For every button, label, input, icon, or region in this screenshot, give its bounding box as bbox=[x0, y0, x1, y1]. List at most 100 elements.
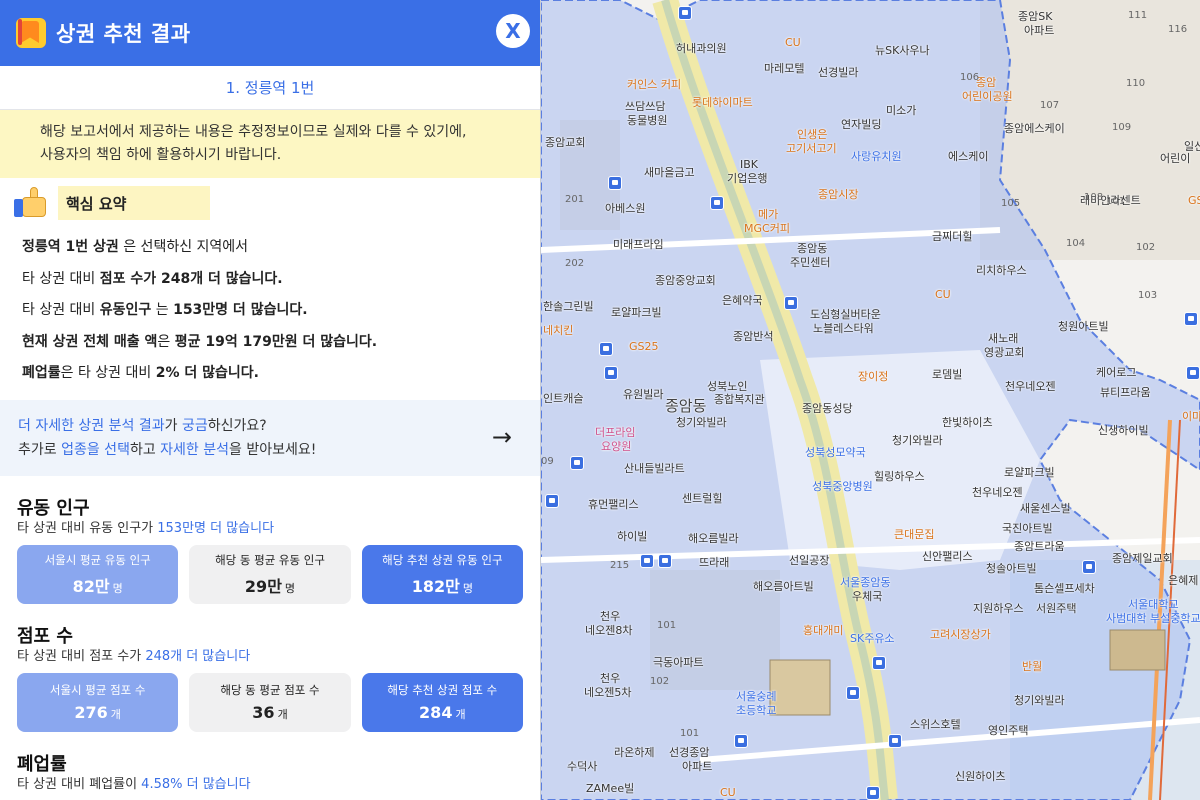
bus-stop-icon[interactable] bbox=[784, 296, 798, 310]
map-label[interactable]: 서원주택 bbox=[1036, 602, 1076, 615]
map-label[interactable]: 초등학교 bbox=[736, 704, 776, 717]
map-label[interactable]: 메가 bbox=[758, 208, 778, 221]
map-label[interactable]: CU bbox=[720, 786, 736, 799]
map-label[interactable]: 네오젠8차 bbox=[585, 624, 632, 637]
map-label[interactable]: 네오젠5차 bbox=[584, 686, 631, 699]
map-label[interactable]: 라온하제 bbox=[614, 746, 654, 759]
map-label[interactable]: 아파트 bbox=[682, 760, 712, 773]
map-label[interactable]: 은혜약국 bbox=[722, 294, 762, 307]
bus-stop-icon[interactable] bbox=[734, 734, 748, 748]
map-label[interactable]: 서울대학교 bbox=[1128, 598, 1179, 611]
bus-stop-icon[interactable] bbox=[545, 494, 559, 508]
map-label[interactable]: 선경종암 bbox=[669, 746, 709, 759]
map-label[interactable]: 종암중앙교회 bbox=[655, 274, 716, 287]
map-label[interactable]: 미래프라임 bbox=[613, 238, 664, 251]
map-label[interactable]: 새노래 bbox=[988, 332, 1018, 345]
map-label[interactable]: 종암에스케이 bbox=[1004, 122, 1065, 135]
map-label[interactable]: 요양원 bbox=[601, 440, 631, 453]
map-label[interactable]: 고려시장상가 bbox=[930, 628, 991, 641]
map-label[interactable]: 종암반석 bbox=[733, 330, 773, 343]
map-label[interactable]: 네치킨 bbox=[543, 324, 573, 337]
map-label[interactable]: 허내과의원 bbox=[676, 42, 727, 55]
map-label[interactable]: 커인스 커피 bbox=[627, 78, 681, 91]
map-label[interactable]: 톰슨셀프세차 bbox=[1034, 582, 1095, 595]
map-label[interactable]: 산내들빌라트 bbox=[624, 462, 685, 475]
bus-stop-icon[interactable] bbox=[678, 6, 692, 20]
map-label[interactable]: 종암동성당 bbox=[802, 402, 853, 415]
map-label[interactable]: 뉴SK사우나 bbox=[875, 44, 930, 57]
map-label[interactable]: 청기와빌라 bbox=[892, 434, 943, 447]
map-label[interactable]: 더프라임 bbox=[595, 426, 635, 439]
map-label[interactable]: 동물병원 bbox=[627, 114, 667, 127]
map-label[interactable]: 리치하우스 bbox=[976, 264, 1027, 277]
map-label[interactable]: 종암제일교회 bbox=[1112, 552, 1173, 565]
map-label[interactable]: CU bbox=[935, 288, 951, 301]
map-label[interactable]: 극동아파트 bbox=[653, 656, 704, 669]
map-label[interactable]: 어린이 bbox=[1160, 152, 1190, 165]
map-label[interactable]: 천우 bbox=[600, 610, 620, 623]
map-label[interactable]: 한솔그린빌 bbox=[543, 300, 594, 313]
map-label[interactable]: 스위스호텔 bbox=[910, 718, 961, 731]
map-label[interactable]: 영인주택 bbox=[988, 724, 1028, 737]
map-label[interactable]: 한빛하이츠 bbox=[942, 416, 993, 429]
map-label[interactable]: 마레모텔 bbox=[764, 62, 804, 75]
bus-stop-icon[interactable] bbox=[846, 686, 860, 700]
map-label[interactable]: 케어로그 bbox=[1096, 366, 1136, 379]
map-label[interactable]: 종암시장 bbox=[818, 188, 858, 201]
map-label[interactable]: 이마 bbox=[1182, 410, 1200, 423]
bus-stop-icon[interactable] bbox=[599, 342, 613, 356]
map-label[interactable]: 서울숭례 bbox=[736, 690, 776, 703]
map-label[interactable]: 센트럴힐 bbox=[682, 492, 722, 505]
map-label[interactable]: 큰대문집 bbox=[894, 528, 934, 541]
map-label[interactable]: MGC커피 bbox=[744, 222, 790, 235]
map-label[interactable]: 뜨라래 bbox=[699, 556, 729, 569]
location-label[interactable]: 1. 정릉역 1번 bbox=[0, 66, 540, 110]
map-label[interactable]: 뷰티프라움 bbox=[1100, 386, 1151, 399]
map-label[interactable]: 힐링하우스 bbox=[874, 470, 925, 483]
map-label[interactable]: 장이정 bbox=[858, 370, 888, 383]
map-label[interactable]: 종암SK bbox=[1018, 10, 1052, 23]
map-label[interactable]: 쓰담쓰담 bbox=[625, 100, 665, 113]
map-label[interactable]: 해오름아트빌 bbox=[753, 580, 814, 593]
map-label[interactable]: 반월 bbox=[1022, 660, 1042, 673]
map-label[interactable]: 신안팰리스 bbox=[922, 550, 973, 563]
map-label[interactable]: 천우 bbox=[600, 672, 620, 685]
bus-stop-icon[interactable] bbox=[604, 366, 618, 380]
map-label[interactable]: 사범대학 부설중학교 bbox=[1106, 612, 1200, 625]
map-label[interactable]: 우체국 bbox=[852, 590, 882, 603]
map-label[interactable]: 은혜제 bbox=[1168, 574, 1198, 587]
map-label[interactable]: 아파트 bbox=[1024, 24, 1054, 37]
map-label[interactable]: 도심형실버타운 bbox=[810, 308, 881, 321]
map-label[interactable]: 사랑유치원 bbox=[851, 150, 902, 163]
detailed-analysis-banner[interactable]: 더 자세한 상권 분석 결과가 궁금하신가요? 추가로 업종을 선택하고 자세한… bbox=[0, 399, 540, 476]
map-label[interactable]: 새마을금고 bbox=[644, 166, 695, 179]
arrow-right-icon[interactable]: → bbox=[492, 425, 512, 449]
bus-stop-icon[interactable] bbox=[866, 786, 880, 800]
map-label[interactable]: 로뎀빌 bbox=[932, 368, 962, 381]
map-label[interactable]: GS bbox=[1188, 194, 1200, 207]
bus-stop-icon[interactable] bbox=[608, 176, 622, 190]
bus-stop-icon[interactable] bbox=[888, 734, 902, 748]
map-label[interactable]: CU bbox=[785, 36, 801, 49]
map-label[interactable]: 인트캐슬 bbox=[543, 392, 583, 405]
map-label[interactable]: 종암동 bbox=[665, 399, 706, 414]
bus-stop-icon[interactable] bbox=[872, 656, 886, 670]
map-label[interactable]: 금찌더힐 bbox=[932, 230, 972, 243]
map-label[interactable]: 종합복지관 bbox=[714, 393, 765, 406]
map-label[interactable]: 청솔아트빌 bbox=[986, 562, 1037, 575]
map-label[interactable]: 신생하이빌 bbox=[1098, 424, 1149, 437]
bus-stop-icon[interactable] bbox=[570, 456, 584, 470]
map-label[interactable]: 청원아트빌 bbox=[1058, 320, 1109, 333]
map-label[interactable]: SK주유소 bbox=[850, 632, 895, 645]
map-label[interactable]: 롯데하이마트 bbox=[692, 96, 753, 109]
map-label[interactable]: 천우네오젠 bbox=[972, 486, 1023, 499]
bus-stop-icon[interactable] bbox=[1184, 312, 1198, 326]
map-label[interactable]: 기업은행 bbox=[727, 172, 767, 185]
map-label[interactable]: 연자빌딩 bbox=[841, 118, 881, 131]
map-label[interactable]: 선경빌라 bbox=[818, 66, 858, 79]
map-label[interactable]: 유원빌라 bbox=[623, 388, 663, 401]
map-label[interactable]: 로얄파크빌 bbox=[1004, 466, 1055, 479]
map-label[interactable]: 해오름빌라 bbox=[688, 532, 739, 545]
map-label[interactable]: 수덕사 bbox=[567, 760, 597, 773]
map-label[interactable]: 서울종암동 bbox=[840, 576, 891, 589]
